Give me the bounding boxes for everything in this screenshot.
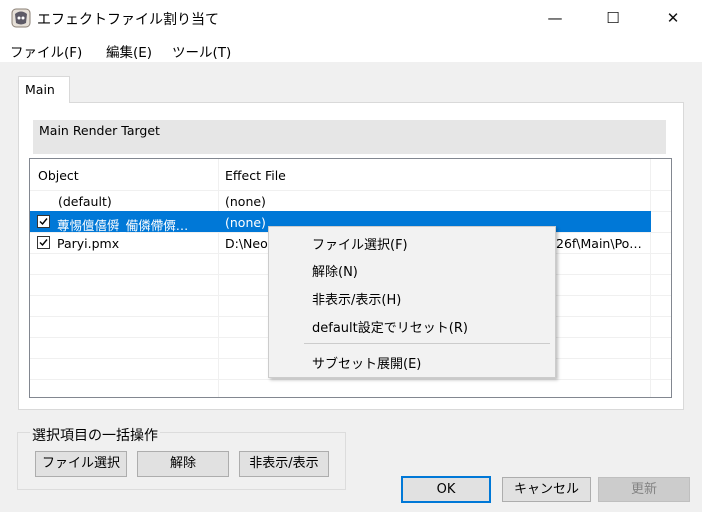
row-checkbox[interactable] (37, 236, 50, 249)
menu-tools[interactable]: ツール(T) (172, 41, 231, 61)
checkmark-icon (39, 239, 48, 247)
context-menu-item-release[interactable]: 解除(N) (312, 261, 358, 280)
row-effect-file[interactable]: (none) (225, 215, 265, 230)
maximize-icon[interactable]: ☐ (590, 0, 636, 36)
update-button[interactable]: 更新 (598, 477, 690, 502)
column-header-object[interactable]: Object (38, 168, 79, 183)
tab-main-label: Main (25, 82, 55, 97)
context-menu-item-reset[interactable]: default設定でリセット(R) (312, 317, 468, 336)
checkmark-icon (39, 218, 48, 226)
row-effect-file-tail[interactable]: 26f\Main\Po… (556, 236, 648, 251)
row-object-name[interactable]: 蓴惕儃僖僢_僃僯僀僲… (57, 215, 217, 234)
render-target-label: Main Render Target (39, 123, 160, 138)
row-effect-file[interactable]: (none) (225, 194, 625, 209)
row-checkbox[interactable] (37, 215, 50, 228)
batch-hide-show-button[interactable]: 非表示/表示 (239, 451, 329, 477)
cancel-button[interactable]: キャンセル (502, 477, 591, 502)
menu-edit[interactable]: 編集(E) (106, 41, 152, 61)
close-icon[interactable]: ✕ (650, 0, 696, 36)
header-divider (30, 190, 671, 191)
ok-button[interactable]: OK (401, 476, 491, 503)
row-object-name[interactable]: Paryi.pmx (57, 236, 215, 251)
column-divider (650, 159, 651, 397)
context-menu-item-select-file[interactable]: ファイル選択(F) (312, 234, 408, 253)
minimize-icon[interactable]: — (532, 0, 578, 36)
row-divider (30, 379, 671, 380)
context-menu-item-expand-subset[interactable]: サブセット展開(E) (312, 353, 421, 372)
batch-operation-title: 選択項目の一括操作 (30, 425, 160, 445)
window-title: エフェクトファイル割り当て (37, 12, 219, 28)
column-header-effect-file[interactable]: Effect File (225, 168, 286, 183)
context-menu-separator (304, 343, 550, 344)
batch-select-file-button[interactable]: ファイル選択 (35, 451, 127, 477)
app-icon (11, 8, 31, 28)
context-menu-item-hide-show[interactable]: 非表示/表示(H) (312, 289, 401, 308)
menu-file[interactable]: ファイル(F) (10, 41, 82, 61)
row-object-name[interactable]: (default) (58, 194, 216, 209)
column-divider (218, 159, 219, 397)
batch-release-button[interactable]: 解除 (137, 451, 229, 477)
